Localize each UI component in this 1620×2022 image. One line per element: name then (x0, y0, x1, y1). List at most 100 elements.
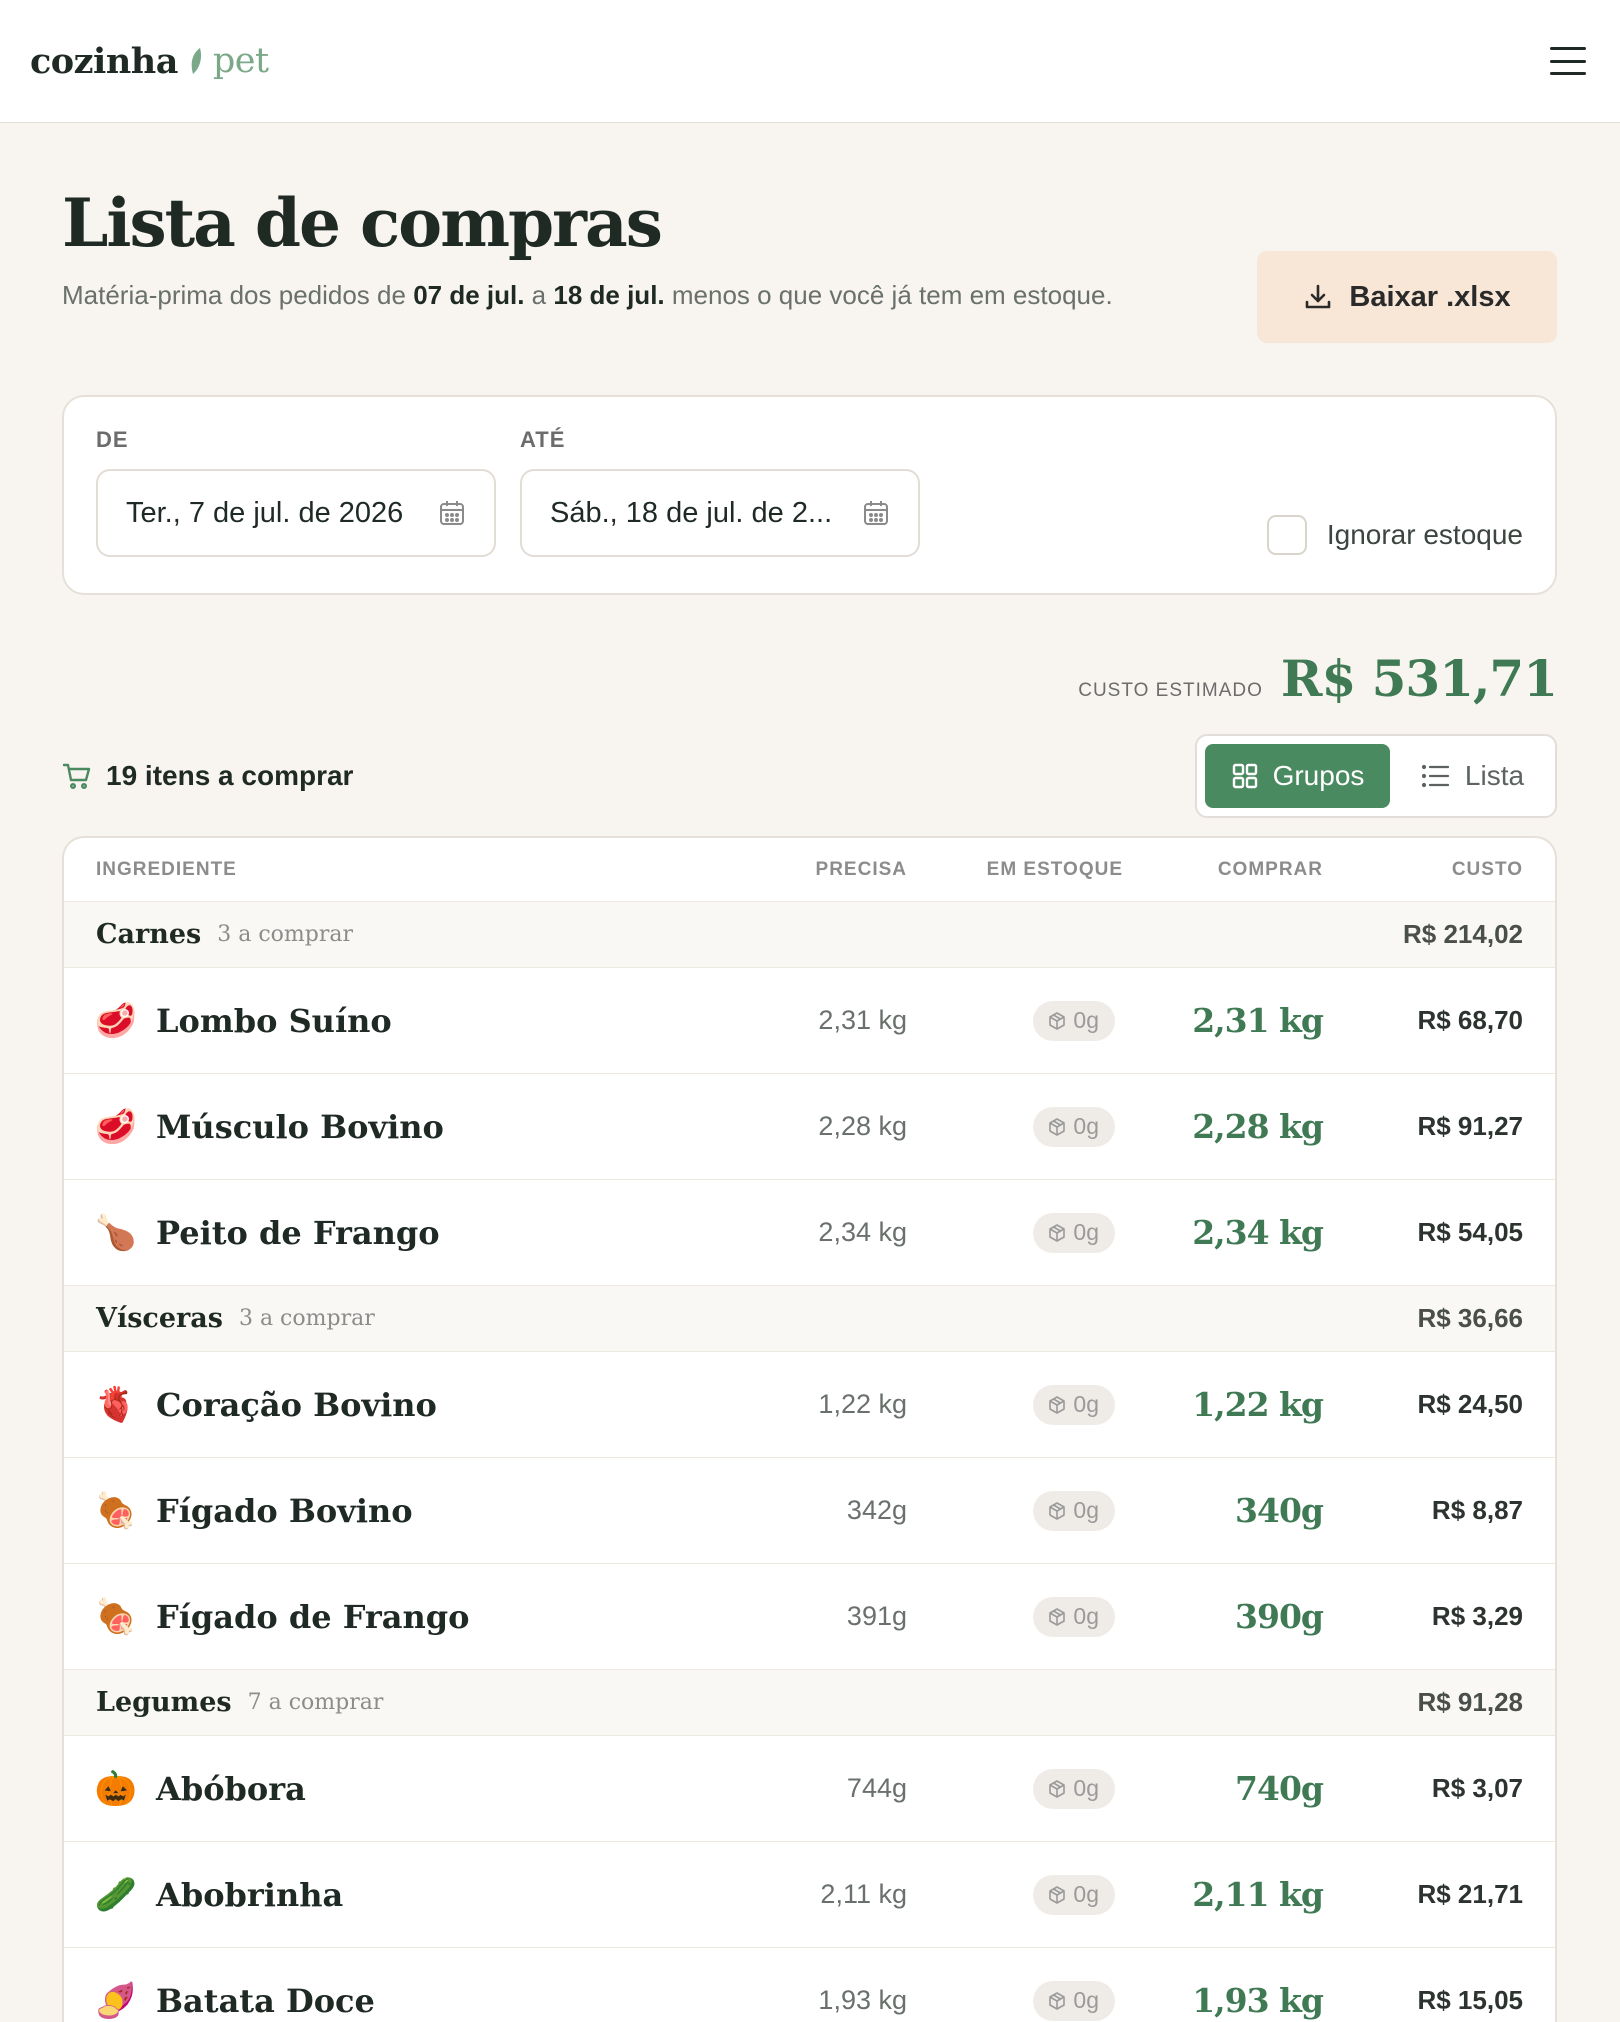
title-block: Lista de compras Matéria-prima dos pedid… (62, 187, 1113, 311)
column-buy[interactable]: COMPRAR (1123, 859, 1323, 881)
stock-cell: 0g (907, 1106, 1123, 1147)
table-row[interactable]: 🥩 Músculo Bovino 2,28 kg 0g 2,28 kg R$ 9… (64, 1074, 1555, 1180)
ingredient-name: Batata Doce (156, 1981, 375, 2020)
column-cost[interactable]: CUSTO (1323, 859, 1523, 881)
stock-badge[interactable]: 0g (1033, 1212, 1115, 1253)
main-content: Lista de compras Matéria-prima dos pedid… (0, 123, 1620, 2022)
stock-badge[interactable]: 0g (1033, 1874, 1115, 1915)
page-header: Lista de compras Matéria-prima dos pedid… (62, 123, 1557, 343)
ingredient-cell: 🫀 Coração Bovino (95, 1385, 707, 1425)
table-row[interactable]: 🍖 Fígado Bovino 342g 0g 340g R$ 8,87 (64, 1458, 1555, 1564)
ingredient-icon: 🥩 (94, 1000, 138, 1041)
stock-cell: 0g (907, 1768, 1123, 1809)
box-icon (1049, 1885, 1066, 1904)
buy-amount: 340g (1235, 1491, 1324, 1530)
buy-amount: 2,34 kg (1192, 1213, 1324, 1252)
item-cost: R$ 15,05 (1417, 1985, 1523, 2015)
group-total: R$ 214,02 (1403, 919, 1523, 949)
top-bar: cozinha pet (0, 0, 1620, 123)
buy-amount: 740g (1235, 1769, 1324, 1808)
ingredient-cell: 🍠 Batata Doce (94, 1980, 707, 2021)
calendar-icon[interactable] (438, 499, 466, 527)
stock-cell: 0g (907, 1490, 1123, 1531)
group-total: R$ 36,66 (1417, 1303, 1523, 1333)
ingredient-icon: 🎃 (94, 1768, 138, 1809)
stock-badge[interactable]: 0g (1033, 1106, 1115, 1147)
table-row[interactable]: 🍖 Fígado de Frango 391g 0g 390g R$ 3,29 (64, 1564, 1555, 1670)
table-row[interactable]: 🎃 Abóbora 744g 0g 740g R$ 3,07 (64, 1736, 1555, 1842)
ingredient-icon: 🍗 (94, 1212, 138, 1253)
view-toggle: Grupos Lista (1195, 734, 1557, 818)
logo-word-cozinha: cozinha (30, 40, 178, 82)
stock-badge[interactable]: 0g (1033, 1490, 1115, 1531)
list-view-button[interactable]: Lista (1398, 744, 1547, 808)
ignore-stock-toggle[interactable]: Ignorar estoque (1266, 515, 1523, 555)
stock-amount: 0g (1073, 1113, 1099, 1139)
ignore-stock-checkbox[interactable] (1266, 515, 1307, 555)
from-field: DE Ter., 7 de jul. de 2026 (96, 427, 496, 593)
stock-badge[interactable]: 0g (1033, 1000, 1115, 1041)
app-logo[interactable]: cozinha pet (30, 41, 269, 82)
grid-icon (1232, 763, 1257, 789)
from-date-input[interactable]: Ter., 7 de jul. de 2026 (96, 469, 496, 557)
estimated-cost-value: R$ 531,71 (1280, 649, 1558, 708)
calendar-icon[interactable] (862, 499, 890, 527)
stock-amount: 0g (1073, 1881, 1099, 1907)
table-row[interactable]: 🫀 Coração Bovino 1,22 kg 0g 1,22 kg R$ 2… (64, 1352, 1555, 1458)
table-row[interactable]: 🥒 Abobrinha 2,11 kg 0g 2,11 kg R$ 21,71 (64, 1842, 1555, 1948)
to-date-input[interactable]: Sáb., 18 de jul. de 2... (520, 469, 920, 557)
group-header[interactable]: Vísceras 3 a comprar R$ 36,66 (64, 1286, 1555, 1352)
stock-amount: 0g (1073, 1219, 1099, 1245)
ingredient-name: Abobrinha (156, 1875, 344, 1914)
stock-amount: 0g (1073, 1007, 1099, 1033)
groups-view-button[interactable]: Grupos (1205, 744, 1390, 808)
shopping-table: INGREDIENTE PRECISA EM ESTOQUE COMPRAR C… (62, 836, 1557, 2022)
stock-cell: 0g (907, 1980, 1123, 2021)
stock-badge[interactable]: 0g (1033, 1384, 1115, 1425)
list-icon (1421, 764, 1450, 788)
ingredient-icon: 🥩 (94, 1106, 138, 1147)
download-icon (1306, 284, 1331, 309)
to-date-value: Sáb., 18 de jul. de 2... (550, 496, 833, 529)
ingredient-name: Fígado de Frango (156, 1597, 470, 1636)
ingredient-cell: 🥒 Abobrinha (95, 1875, 707, 1915)
need-amount: 2,34 kg (818, 1217, 907, 1247)
buy-amount: 2,11 kg (1192, 1875, 1324, 1914)
stock-badge[interactable]: 0g (1033, 1596, 1115, 1637)
stock-cell: 0g (907, 1384, 1123, 1425)
table-body: Carnes 3 a comprar R$ 214,02 🥩 Lombo Suí… (64, 902, 1555, 2022)
stock-amount: 0g (1073, 1497, 1099, 1523)
box-icon (1049, 1011, 1066, 1030)
ingredient-name: Músculo Bovino (156, 1107, 444, 1146)
subtitle-from-date: 07 de jul. (413, 279, 525, 310)
group-total: R$ 91,28 (1417, 1687, 1523, 1717)
page-title: Lista de compras (62, 184, 663, 262)
group-count: 3 a comprar (217, 922, 353, 947)
page-subtitle: Matéria-prima dos pedidos de 07 de jul. … (62, 280, 1113, 311)
need-amount: 2,28 kg (818, 1111, 907, 1141)
ignore-stock-label: Ignorar estoque (1326, 519, 1523, 550)
column-stock[interactable]: EM ESTOQUE (907, 859, 1123, 881)
column-ingredient[interactable]: INGREDIENTE (96, 859, 707, 881)
from-label: DE (96, 427, 129, 452)
table-row[interactable]: 🥩 Lombo Suíno 2,31 kg 0g 2,31 kg R$ 68,7… (64, 968, 1555, 1074)
stock-badge[interactable]: 0g (1033, 1980, 1115, 2021)
download-label: Baixar .xlsx (1349, 280, 1511, 313)
group-name: Carnes (96, 919, 202, 950)
column-need[interactable]: PRECISA (707, 859, 907, 881)
stock-amount: 0g (1073, 1775, 1099, 1801)
ingredient-icon: 🍠 (94, 1980, 138, 2021)
group-header[interactable]: Carnes 3 a comprar R$ 214,02 (64, 902, 1555, 968)
box-icon (1049, 1223, 1066, 1242)
group-header[interactable]: Legumes 7 a comprar R$ 91,28 (64, 1670, 1555, 1736)
table-row[interactable]: 🍠 Batata Doce 1,93 kg 0g 1,93 kg R$ 15,0… (64, 1948, 1555, 2022)
ingredient-icon: 🍖 (94, 1490, 138, 1531)
subtitle-text: menos o que você já tem em estoque. (664, 279, 1113, 310)
items-count: 19 itens a comprar (62, 760, 353, 792)
item-cost: R$ 24,50 (1417, 1389, 1523, 1419)
hamburger-menu-icon[interactable] (1548, 43, 1588, 79)
table-row[interactable]: 🍗 Peito de Frango 2,34 kg 0g 2,34 kg R$ … (64, 1180, 1555, 1286)
download-xlsx-button[interactable]: Baixar .xlsx (1257, 251, 1557, 343)
stock-badge[interactable]: 0g (1033, 1768, 1115, 1809)
stock-amount: 0g (1073, 1391, 1099, 1417)
